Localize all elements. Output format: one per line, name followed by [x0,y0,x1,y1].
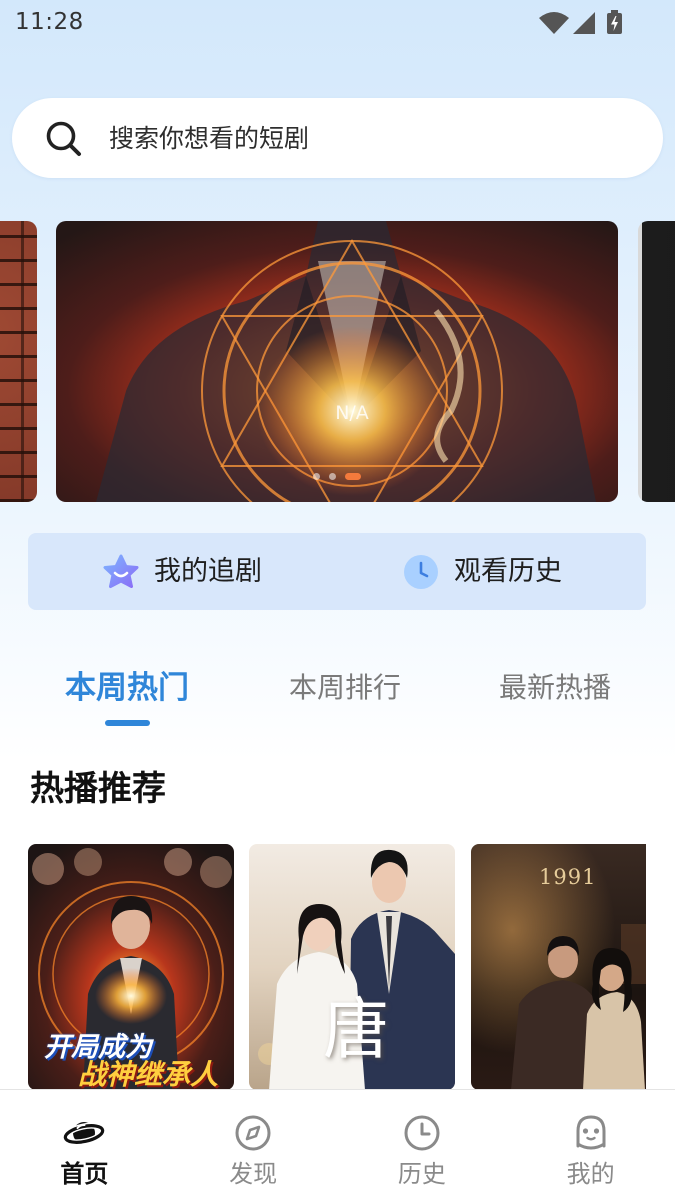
poster-art-text: 唐 [323,991,389,1068]
banner-card-current[interactable]: N/A [56,221,618,502]
poster-card[interactable]: 1991 [471,844,646,1090]
tab-weekly-hot[interactable]: 本周热门 [52,660,202,730]
status-time: 11:28 [15,9,84,35]
nav-history[interactable]: 历史 [338,1090,507,1200]
search-icon [46,121,81,156]
banner-carousel[interactable]: N/A [0,221,675,502]
tab-label: 最新热播 [498,671,611,704]
nav-label: 首页 [60,1160,109,1188]
tab-latest-hot[interactable]: 最新热播 [480,660,630,730]
compass-icon [235,1115,271,1151]
quick-actions-panel: 我的追剧 观看历史 [28,533,646,610]
search-bar[interactable] [12,98,663,178]
watch-history-button[interactable]: 观看历史 [402,533,562,610]
wifi-icon [539,12,569,34]
quick-action-label: 观看历史 [454,555,562,587]
my-following-button[interactable]: 我的追剧 [102,533,262,610]
carousel-dot-active [345,472,361,480]
banner-caption: N/A [335,402,369,424]
tab-active-indicator [105,720,150,726]
nav-profile[interactable]: 我的 [506,1090,675,1200]
tab-label: 本周排行 [288,671,401,704]
poster-list: 开局成为 战神继承人 唐 1991 [28,844,646,1090]
poster-art-text: 战神继承人 [78,1058,219,1091]
nav-label: 历史 [397,1160,446,1188]
poster-card[interactable]: 开局成为 战神继承人 [28,844,234,1090]
poster-card[interactable]: 唐 [249,844,455,1090]
clock-icon [404,554,438,589]
tab-label: 本周热门 [65,670,189,706]
clock-icon [404,1115,440,1151]
nav-label: 发现 [229,1160,278,1188]
banner-card-prev[interactable] [0,221,37,502]
bottom-nav: 首页 发现 历史 我的 [0,1089,675,1200]
banner-card-next[interactable] [638,221,675,502]
robot-icon [576,1115,606,1150]
quick-action-label: 我的追剧 [154,555,262,587]
nav-label: 我的 [566,1160,615,1188]
signal-icon [573,12,595,34]
planet-icon [63,1122,106,1146]
star-icon [103,554,139,588]
section-title: 热播推荐 [30,769,166,809]
nav-home[interactable]: 首页 [0,1090,169,1200]
carousel-dot [313,472,320,480]
tab-weekly-ranking[interactable]: 本周排行 [270,660,420,730]
app-screen: 11:28 搜索你想看的短剧 N/A 我的追剧 观看历史 本周热门 本周排行 最… [0,0,675,1200]
nav-discover[interactable]: 发现 [169,1090,338,1200]
banner-artwork [56,221,618,502]
search-input[interactable] [109,98,629,178]
poster-art-text: 1991 [539,865,597,889]
carousel-indicator [56,472,618,480]
carousel-dot [329,472,336,480]
battery-charging-icon [607,10,622,34]
status-bar: 11:28 [0,0,675,46]
